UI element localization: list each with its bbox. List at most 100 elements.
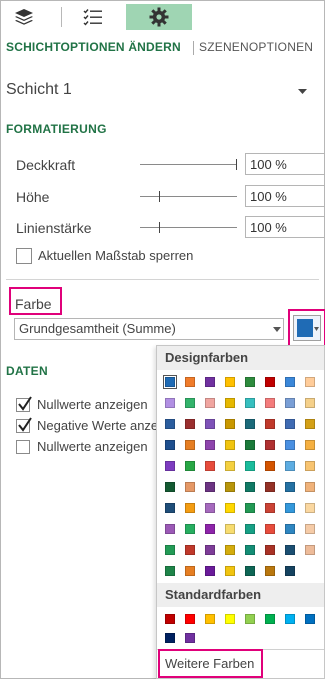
- height-slider-thumb[interactable]: [159, 191, 160, 202]
- color-swatch[interactable]: [285, 482, 295, 492]
- color-swatch[interactable]: [245, 566, 255, 576]
- color-swatch[interactable]: [225, 461, 235, 471]
- color-swatch[interactable]: [225, 545, 235, 555]
- data-checkbox-3[interactable]: [16, 440, 30, 454]
- color-swatch[interactable]: [205, 482, 215, 492]
- color-swatch[interactable]: [225, 566, 235, 576]
- data-checkbox-1[interactable]: [16, 396, 32, 412]
- color-swatch[interactable]: [165, 440, 175, 450]
- color-swatch[interactable]: [305, 524, 315, 534]
- color-swatch[interactable]: [205, 545, 215, 555]
- color-swatch[interactable]: [225, 440, 235, 450]
- color-swatch[interactable]: [245, 398, 255, 408]
- color-swatch[interactable]: [165, 503, 175, 513]
- color-swatch[interactable]: [205, 524, 215, 534]
- color-swatch[interactable]: [305, 503, 315, 513]
- color-swatch[interactable]: [225, 398, 235, 408]
- color-swatch[interactable]: [225, 503, 235, 513]
- opacity-slider-thumb[interactable]: [236, 159, 237, 170]
- thickness-slider[interactable]: [140, 227, 237, 228]
- tab-layer-options[interactable]: SCHICHTOPTIONEN ÄNDERN: [6, 40, 181, 54]
- color-swatch[interactable]: [265, 566, 275, 576]
- layer-dropdown-arrow-icon[interactable]: [298, 89, 307, 94]
- settings-button[interactable]: [126, 4, 192, 30]
- color-swatch[interactable]: [225, 419, 235, 429]
- color-swatch[interactable]: [205, 503, 215, 513]
- color-swatch[interactable]: [185, 566, 195, 576]
- color-swatch[interactable]: [245, 461, 255, 471]
- color-field-select[interactable]: Grundgesamtheit (Summe): [14, 318, 284, 340]
- thickness-input[interactable]: 100 %: [245, 216, 325, 238]
- color-swatch[interactable]: [185, 461, 195, 471]
- color-swatch[interactable]: [285, 503, 295, 513]
- color-swatch[interactable]: [165, 545, 175, 555]
- color-swatch[interactable]: [165, 398, 175, 408]
- layer-select[interactable]: Schicht 1: [6, 81, 72, 99]
- color-swatch[interactable]: [185, 440, 195, 450]
- color-swatch[interactable]: [285, 524, 295, 534]
- color-swatch[interactable]: [185, 377, 195, 387]
- color-swatch[interactable]: [225, 377, 235, 387]
- color-swatch[interactable]: [245, 377, 255, 387]
- color-swatch[interactable]: [185, 524, 195, 534]
- color-swatch[interactable]: [285, 461, 295, 471]
- color-swatch[interactable]: [305, 377, 315, 387]
- color-swatch[interactable]: [265, 440, 275, 450]
- color-swatch[interactable]: [245, 524, 255, 534]
- color-swatch[interactable]: [185, 419, 195, 429]
- field-list-button[interactable]: [78, 5, 108, 29]
- color-swatch[interactable]: [265, 398, 275, 408]
- color-swatch[interactable]: [205, 419, 215, 429]
- color-swatch[interactable]: [165, 566, 175, 576]
- color-swatch[interactable]: [245, 503, 255, 513]
- color-swatch[interactable]: [225, 524, 235, 534]
- color-swatch[interactable]: [205, 398, 215, 408]
- color-swatch[interactable]: [205, 614, 215, 624]
- color-swatch[interactable]: [165, 419, 175, 429]
- color-swatch[interactable]: [245, 545, 255, 555]
- color-swatch[interactable]: [285, 545, 295, 555]
- color-swatch[interactable]: [245, 614, 255, 624]
- color-swatch[interactable]: [165, 482, 175, 492]
- height-slider[interactable]: [140, 196, 237, 197]
- color-swatch[interactable]: [285, 377, 295, 387]
- color-swatch[interactable]: [305, 398, 315, 408]
- color-swatch[interactable]: [185, 614, 195, 624]
- color-swatch[interactable]: [305, 545, 315, 555]
- data-checkbox-2[interactable]: [16, 417, 32, 433]
- color-swatch[interactable]: [305, 440, 315, 450]
- color-swatch[interactable]: [285, 614, 295, 624]
- lock-scale-checkbox[interactable]: [16, 248, 32, 264]
- color-swatch[interactable]: [165, 614, 175, 624]
- color-picker-button[interactable]: [293, 315, 321, 341]
- color-swatch[interactable]: [163, 375, 177, 389]
- layers-button[interactable]: [6, 5, 42, 29]
- color-swatch[interactable]: [305, 482, 315, 492]
- color-swatch[interactable]: [205, 461, 215, 471]
- opacity-input[interactable]: 100 %: [245, 153, 325, 175]
- color-swatch[interactable]: [285, 566, 295, 576]
- color-swatch[interactable]: [205, 440, 215, 450]
- color-swatch[interactable]: [185, 398, 195, 408]
- color-swatch[interactable]: [245, 419, 255, 429]
- color-swatch[interactable]: [265, 503, 275, 513]
- color-swatch[interactable]: [285, 440, 295, 450]
- color-swatch[interactable]: [265, 524, 275, 534]
- opacity-slider[interactable]: [140, 164, 237, 165]
- color-swatch[interactable]: [225, 614, 235, 624]
- color-swatch[interactable]: [265, 614, 275, 624]
- color-swatch[interactable]: [225, 482, 235, 492]
- height-input[interactable]: 100 %: [245, 185, 325, 207]
- more-colors-button[interactable]: Weitere Farben: [165, 656, 254, 671]
- color-swatch[interactable]: [265, 545, 275, 555]
- color-swatch[interactable]: [165, 633, 175, 643]
- color-swatch[interactable]: [185, 633, 195, 643]
- color-swatch[interactable]: [265, 482, 275, 492]
- color-swatch[interactable]: [245, 482, 255, 492]
- tab-scene-options[interactable]: SZENENOPTIONEN: [199, 40, 313, 54]
- color-swatch[interactable]: [165, 461, 175, 471]
- thickness-slider-thumb[interactable]: [159, 222, 160, 233]
- color-swatch[interactable]: [185, 545, 195, 555]
- color-swatch[interactable]: [305, 419, 315, 429]
- color-swatch[interactable]: [265, 461, 275, 471]
